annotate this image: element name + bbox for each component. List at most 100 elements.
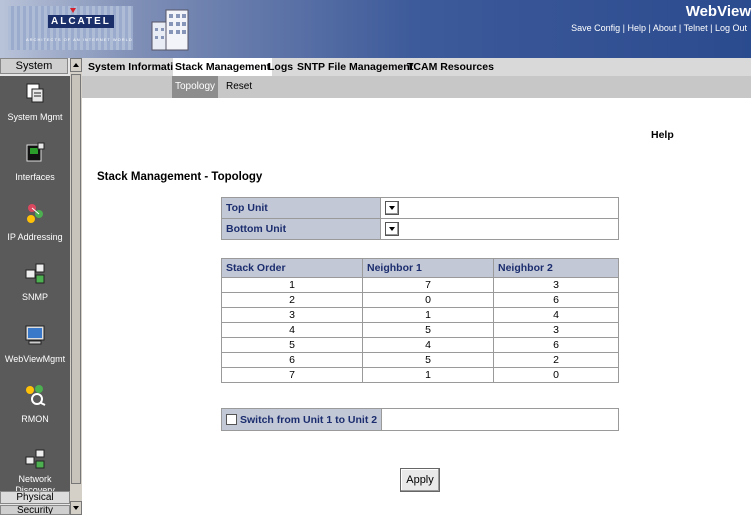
bottom-unit-dropdown[interactable] (385, 222, 399, 236)
sidebar-item-network-discovery[interactable]: Network Discovery (0, 448, 70, 496)
header-link-about[interactable]: About (653, 23, 677, 33)
app-title: WebView (685, 3, 751, 20)
header-link-separator: | (620, 23, 628, 33)
subtab-reset[interactable]: Reset (223, 76, 255, 98)
interfaces-icon (26, 142, 45, 162)
neighbor-1-cell: 4 (362, 337, 494, 353)
top-unit-label: Top Unit (221, 197, 381, 219)
header-link-log-out[interactable]: Log Out (715, 23, 747, 33)
bottom-unit-label: Bottom Unit (221, 218, 381, 240)
building-icon (151, 9, 189, 51)
sidebar-menu: System Mgmt Interfaces IP Addressing SNM… (0, 76, 70, 495)
switch-unit-label-cell: Switch from Unit 1 to Unit 2 (220, 408, 383, 431)
top-unit-dropdown[interactable] (385, 201, 399, 215)
logo-mark-icon (70, 8, 76, 13)
switch-unit-table: Switch from Unit 1 to Unit 2 (220, 408, 619, 431)
neighbor-2-cell: 0 (493, 367, 619, 383)
sidebar-item-label: IP Addressing (7, 232, 63, 242)
tab-file-management[interactable]: File Management (326, 58, 415, 76)
switch-unit-checkbox[interactable] (226, 414, 237, 426)
neighbor-2-cell: 3 (493, 322, 619, 338)
column-header-neighbor-1: Neighbor 1 (362, 258, 494, 278)
switch-unit-row: Switch from Unit 1 to Unit 2 (220, 408, 619, 431)
neighbor-1-cell: 5 (362, 352, 494, 368)
header-link-separator: | (646, 23, 653, 33)
table-row: 2 0 6 (221, 292, 619, 308)
sidebar-item-webview-mgmt[interactable]: WebViewMgmt (0, 324, 70, 364)
help-link[interactable]: Help (651, 129, 674, 141)
stack-order-cell: 4 (221, 322, 363, 338)
sidebar-security-button[interactable]: Security (0, 505, 70, 515)
sidebar-item-system-mgmt[interactable]: System Mgmt (0, 82, 70, 122)
sidebar-item-rmon[interactable]: RMON (0, 384, 70, 424)
ip-addressing-icon (27, 204, 43, 223)
sidebar-item-label: SNMP (21, 292, 48, 302)
tab-tcam-resources[interactable]: TCAM Resources (405, 58, 496, 76)
table-row: 5 4 6 (221, 337, 619, 353)
webview-mgmt-icon (25, 325, 45, 345)
neighbor-2-cell: 2 (493, 352, 619, 368)
sidebar-scrollbar[interactable] (70, 58, 82, 515)
table-row: 6 5 2 (221, 352, 619, 368)
table-header-row: Stack Order Neighbor 1 Neighbor 2 (221, 258, 619, 278)
header-link-separator: | (707, 23, 715, 33)
sidebar-item-ip-addressing[interactable]: IP Addressing (0, 202, 70, 242)
neighbor-1-cell: 7 (362, 277, 494, 293)
stack-order-cell: 1 (221, 277, 363, 293)
subtab-topology[interactable]: Topology (172, 76, 219, 98)
sub-tabbar: Topology Reset (82, 76, 751, 98)
stack-order-cell: 7 (221, 367, 363, 383)
sidebar-item-interfaces[interactable]: Interfaces (0, 142, 70, 182)
header-link-help[interactable]: Help (628, 23, 647, 33)
header-link-telnet[interactable]: Telnet (684, 23, 708, 33)
stack-order-cell: 3 (221, 307, 363, 323)
bottom-unit-cell (380, 218, 619, 240)
column-header-stack-order: Stack Order (221, 258, 363, 278)
scroll-up-icon[interactable] (70, 58, 82, 72)
bottom-unit-row: Bottom Unit (221, 218, 619, 240)
neighbor-2-cell: 6 (493, 292, 619, 308)
scroll-thumb[interactable] (71, 74, 81, 484)
apply-button[interactable]: Apply (400, 468, 440, 492)
scroll-down-icon[interactable] (70, 501, 82, 515)
tab-stack-management[interactable]: Stack Management (173, 58, 273, 76)
top-unit-cell (380, 197, 619, 219)
top-unit-row: Top Unit (221, 197, 619, 219)
table-row: 7 1 0 (221, 367, 619, 383)
neighbor-2-cell: 6 (493, 337, 619, 353)
table-row: 4 5 3 (221, 322, 619, 338)
table-row: 3 1 4 (221, 307, 619, 323)
sidebar-item-label: RMON (21, 414, 49, 424)
header-links: Save Config | Help | About | Telnet | Lo… (571, 23, 747, 33)
neighbor-2-cell: 3 (493, 277, 619, 293)
logo-subtext: ARCHITECTS OF AN INTERNET WORLD (26, 37, 133, 42)
sidebar-item-label: System Mgmt (7, 112, 63, 122)
neighbor-1-cell: 1 (362, 307, 494, 323)
sidebar-item-snmp[interactable]: SNMP (0, 262, 70, 302)
header-link-separator: | (676, 23, 684, 33)
sidebar-item-label: WebViewMgmt (4, 354, 66, 364)
switch-unit-empty-cell (381, 408, 619, 431)
alcatel-logo: ALCATEL ARCHITECTS OF AN INTERNET WORLD (8, 6, 133, 50)
sidebar: System System Mgmt Interfaces IP Address (0, 58, 82, 515)
column-header-neighbor-2: Neighbor 2 (493, 258, 619, 278)
tab-logs[interactable]: Logs (266, 58, 295, 76)
neighbor-2-cell: 4 (493, 307, 619, 323)
tab-sntp[interactable]: SNTP (295, 58, 327, 76)
unit-table: Top Unit Bottom Unit (221, 197, 619, 240)
snmp-icon (25, 263, 45, 284)
sidebar-physical-button[interactable]: Physical (0, 491, 70, 504)
logo-text: ALCATEL (48, 15, 114, 28)
sidebar-system-button[interactable]: System (0, 58, 68, 74)
page-title: Stack Management - Topology (97, 171, 263, 183)
neighbor-1-cell: 5 (362, 322, 494, 338)
header-link-save-config[interactable]: Save Config (571, 23, 620, 33)
sidebar-item-label: Interfaces (15, 172, 55, 182)
neighbor-1-cell: 1 (362, 367, 494, 383)
neighbor-1-cell: 0 (362, 292, 494, 308)
main-tabbar: System Information Stack Management Logs… (82, 58, 751, 76)
header-banner: ALCATEL ARCHITECTS OF AN INTERNET WORLD … (0, 0, 751, 58)
stack-order-table: Stack Order Neighbor 1 Neighbor 2 1 7 3 … (221, 258, 619, 383)
rmon-icon (26, 385, 46, 406)
stack-order-cell: 6 (221, 352, 363, 368)
